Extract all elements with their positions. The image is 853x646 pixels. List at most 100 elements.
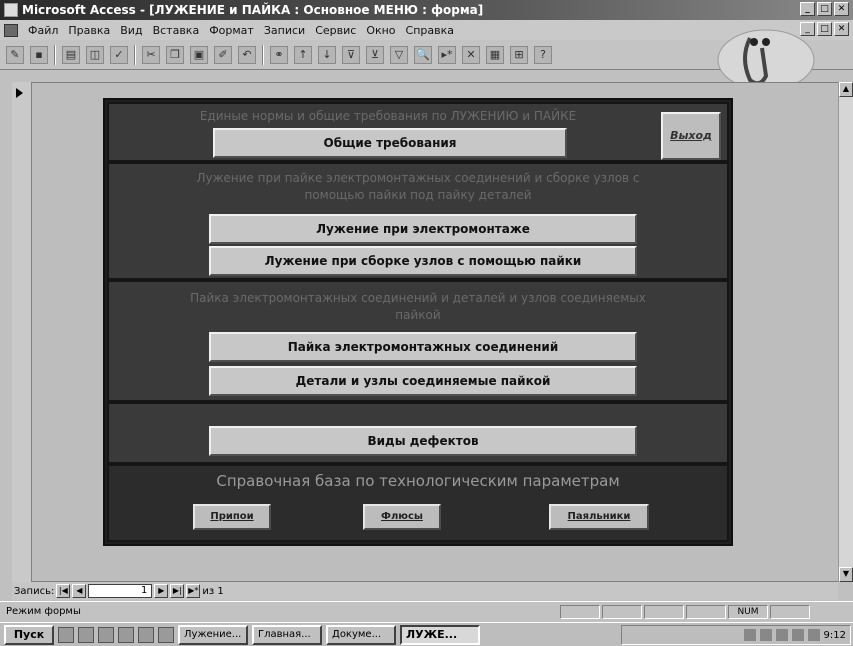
first-record-icon[interactable]: |◀ xyxy=(56,584,71,598)
solders-button[interactable]: Припои xyxy=(193,504,271,530)
close-button[interactable]: ✕ xyxy=(834,2,849,16)
sort-ascending-icon[interactable]: ↑ xyxy=(294,45,312,64)
system-tray: 9:12 xyxy=(621,625,851,645)
status-mode: Режим формы xyxy=(6,606,81,617)
main-menu-form: Единые нормы и общие требования по ЛУЖЕН… xyxy=(103,98,733,546)
print-icon[interactable]: ▤ xyxy=(62,45,80,64)
status-panel xyxy=(602,605,642,619)
print-preview-icon[interactable]: ◫ xyxy=(86,45,104,64)
last-record-icon[interactable]: ▶| xyxy=(170,584,185,598)
num-lock-indicator: NUM xyxy=(728,605,768,619)
taskbar-button-tinning[interactable]: Лужение... xyxy=(178,624,248,645)
exit-button[interactable]: Выход xyxy=(661,112,721,160)
tray-icon[interactable] xyxy=(759,629,772,641)
section-reference: Справочная база по технологическим парам… xyxy=(107,464,729,542)
copy-icon[interactable]: ❐ xyxy=(166,45,184,64)
title-bar: Microsoft Access - [ЛУЖЕНИЕ и ПАЙКА : Ос… xyxy=(0,0,853,20)
quicklaunch-channels-icon[interactable] xyxy=(118,626,134,643)
soldered-parts-button[interactable]: Детали и узлы соединяемые пайкой xyxy=(209,366,637,396)
scroll-up-icon[interactable]: ▲ xyxy=(839,82,853,97)
paste-icon[interactable]: ▣ xyxy=(190,45,208,64)
tray-icon[interactable] xyxy=(807,629,820,641)
find-icon[interactable]: 🔍 xyxy=(414,45,432,64)
taskbar: Пуск Лужение... Главная... Докумe... ЛУЖ… xyxy=(0,622,853,646)
reference-base-title: Справочная база по технологическим парам… xyxy=(216,472,620,490)
format-painter-icon[interactable]: ✐ xyxy=(214,45,232,64)
general-requirements-button[interactable]: Общие требования xyxy=(213,128,567,158)
new-record-nav-icon[interactable]: ▶* xyxy=(186,584,201,598)
record-selector[interactable] xyxy=(12,82,32,582)
tray-icon[interactable] xyxy=(791,629,804,641)
soldering-electromounting-button[interactable]: Пайка электромонтажных соединений xyxy=(209,332,637,362)
new-object-icon[interactable]: ⊞ xyxy=(510,45,528,64)
taskbar-button-main[interactable]: Главная... xyxy=(252,624,322,645)
window-controls: _ □ ✕ xyxy=(800,2,849,16)
vertical-scrollbar[interactable]: ▲ ▼ xyxy=(838,82,853,582)
status-panel xyxy=(770,605,810,619)
quicklaunch-app-icon[interactable] xyxy=(138,626,154,643)
current-record-field[interactable]: 1 xyxy=(88,584,153,598)
maximize-button[interactable]: □ xyxy=(817,2,832,16)
delete-record-icon[interactable]: ✕ xyxy=(462,45,480,64)
apply-filter-icon[interactable]: ▽ xyxy=(390,45,408,64)
new-record-icon[interactable]: ▸* xyxy=(438,45,456,64)
section-tinning: Лужение при пайке электромонтажных соеди… xyxy=(107,162,729,280)
menu-format[interactable]: Формат xyxy=(209,24,254,37)
quicklaunch-mail-icon[interactable] xyxy=(98,626,114,643)
filter-by-selection-icon[interactable]: ⊽ xyxy=(342,45,360,64)
defect-types-button[interactable]: Виды дефектов xyxy=(209,426,637,456)
section-general-text: Единые нормы и общие требования по ЛУЖЕН… xyxy=(199,109,577,123)
start-button[interactable]: Пуск xyxy=(4,624,54,645)
fluxes-button[interactable]: Флюсы xyxy=(363,504,441,530)
section-general: Единые нормы и общие требования по ЛУЖЕН… xyxy=(107,102,729,162)
form-system-icon[interactable] xyxy=(4,23,18,37)
tinning-electromounting-button[interactable]: Лужение при электромонтаже xyxy=(209,214,637,244)
menu-view[interactable]: Вид xyxy=(120,24,142,37)
soldering-irons-button[interactable]: Паяльники xyxy=(549,504,649,530)
quicklaunch-app-icon[interactable] xyxy=(158,626,174,643)
spelling-icon[interactable]: ✓ xyxy=(110,45,128,64)
status-panel xyxy=(644,605,684,619)
minimize-button[interactable]: _ xyxy=(800,2,815,16)
menu-tools[interactable]: Сервис xyxy=(315,24,356,37)
record-count: из 1 xyxy=(202,585,224,597)
access-app-icon xyxy=(4,3,18,17)
quicklaunch-browser-icon[interactable] xyxy=(78,626,94,643)
record-navigation: Запись: |◀ ◀ 1 ▶ ▶| ▶* из 1 xyxy=(12,582,838,600)
section-soldering-text: Пайка электромонтажных соединений и дета… xyxy=(190,291,646,322)
tinning-electromounting-label: Лужение при электромонтаже xyxy=(316,222,530,236)
menu-file[interactable]: Файл xyxy=(28,24,58,37)
taskbar-button-access[interactable]: ЛУЖЕ... xyxy=(400,624,480,645)
toolbar-separator xyxy=(262,44,264,65)
tray-icon[interactable] xyxy=(775,629,788,641)
window-title: Microsoft Access - [ЛУЖЕНИЕ и ПАЙКА : Ос… xyxy=(22,3,484,17)
cut-icon[interactable]: ✂ xyxy=(142,45,160,64)
toolbar-separator xyxy=(134,44,136,65)
help-icon[interactable]: ? xyxy=(534,45,552,64)
clock: 9:12 xyxy=(823,629,846,641)
insert-hyperlink-icon[interactable]: ⚭ xyxy=(270,45,288,64)
previous-record-icon[interactable]: ◀ xyxy=(72,584,87,598)
current-record-arrow-icon xyxy=(16,88,23,98)
taskbar-button-document[interactable]: Докумe... xyxy=(326,624,396,645)
save-icon[interactable]: ▪ xyxy=(30,45,48,64)
menu-edit[interactable]: Правка xyxy=(68,24,110,37)
doc-close-button[interactable]: ✕ xyxy=(834,22,849,36)
view-icon[interactable]: ✎ xyxy=(6,45,24,64)
status-panel xyxy=(686,605,726,619)
menu-records[interactable]: Записи xyxy=(264,24,305,37)
menu-window[interactable]: Окно xyxy=(366,24,395,37)
tray-icon[interactable] xyxy=(743,629,756,641)
filter-by-form-icon[interactable]: ⊻ xyxy=(366,45,384,64)
menu-insert[interactable]: Вставка xyxy=(153,24,200,37)
database-window-icon[interactable]: ▦ xyxy=(486,45,504,64)
quicklaunch-desktop-icon[interactable] xyxy=(58,626,74,643)
next-record-icon[interactable]: ▶ xyxy=(154,584,169,598)
menu-help[interactable]: Справка xyxy=(406,24,454,37)
status-bar: Режим формы NUM xyxy=(0,601,853,621)
toolbar-separator xyxy=(54,44,56,65)
undo-icon[interactable]: ↶ xyxy=(238,45,256,64)
scroll-down-icon[interactable]: ▼ xyxy=(839,567,853,582)
tinning-assembly-button[interactable]: Лужение при сборке узлов с помощью пайки xyxy=(209,246,637,276)
sort-descending-icon[interactable]: ↓ xyxy=(318,45,336,64)
